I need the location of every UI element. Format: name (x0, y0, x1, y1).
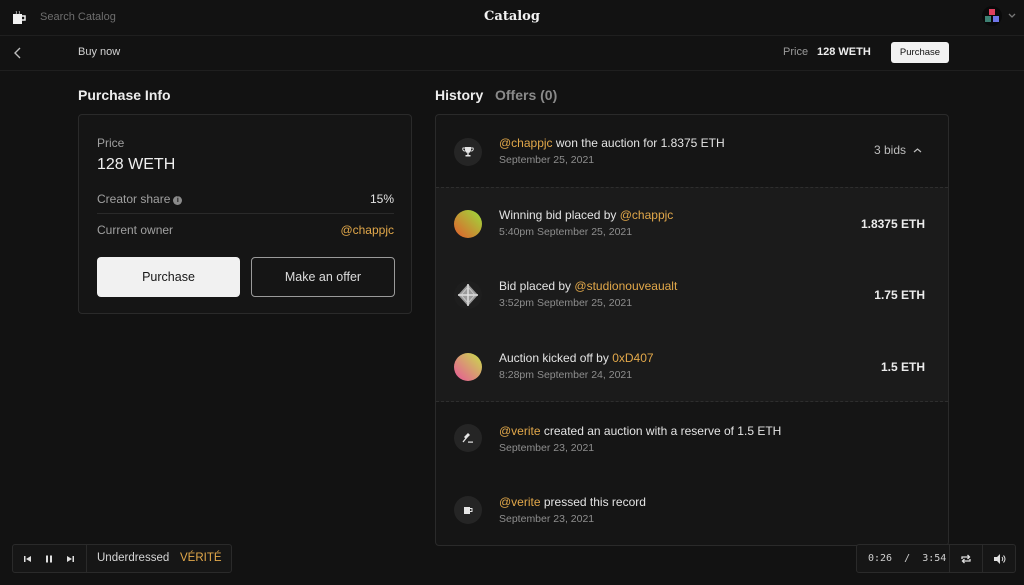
bid-item: Winning bid placed by @chappjc 5:40pm Se… (436, 188, 948, 260)
price-value: 128 WETH (97, 156, 176, 173)
current-owner-label: Current owner (97, 223, 174, 237)
skip-back-icon[interactable] (23, 554, 33, 564)
bids-toggle[interactable]: 3 bids (874, 143, 922, 157)
current-owner-row: Current owner @chappjc (97, 223, 394, 253)
bid-item: Bid placed by @studionouveaualt 3:52pm S… (436, 259, 948, 331)
header-purchase-button[interactable]: Purchase (891, 42, 949, 63)
coffee-cup-icon (454, 496, 482, 524)
divider (97, 213, 394, 214)
creator-share-label: Creator share (97, 192, 171, 206)
event-date: September 23, 2021 (499, 513, 595, 525)
auction-won-text: @chappjc won the auction for 1.8375 ETH (499, 136, 725, 150)
gavel-icon (454, 424, 482, 452)
creator-share-value: 15% (369, 192, 394, 206)
bid-time: 5:40pm September 25, 2021 (499, 226, 633, 238)
divider (949, 545, 950, 572)
profile-avatar-icon[interactable] (982, 6, 1002, 26)
player-status: 0:26 / 3:54 (856, 544, 1016, 573)
bid-amount: 1.75 ETH (874, 288, 925, 302)
playback-time: 0:26 / 3:54 (868, 553, 947, 564)
page-title: Buy now (78, 46, 121, 58)
purchase-button[interactable]: Purchase (97, 257, 240, 297)
volume-icon[interactable] (993, 553, 1006, 565)
bid-amount: 1.5 ETH (880, 360, 925, 374)
bid-text: Auction kicked off by 0xD407 (499, 351, 654, 365)
user-link[interactable]: @verite (499, 495, 541, 509)
event-date: September 23, 2021 (499, 442, 595, 454)
bid-time: 3:52pm September 25, 2021 (499, 297, 633, 309)
price-label: Price (97, 136, 125, 150)
tab-offers[interactable]: Offers (0) (495, 87, 557, 103)
gradient-avatar-icon[interactable] (454, 353, 482, 381)
user-link[interactable]: @studionouveaualt (574, 279, 677, 293)
trophy-icon (454, 138, 482, 166)
event-text: @verite pressed this record (499, 495, 646, 509)
event-item: @verite created an auction with a reserv… (436, 402, 948, 474)
pause-icon[interactable] (44, 554, 54, 564)
artist-link[interactable]: VÉRITÉ (180, 552, 222, 564)
current-owner-link[interactable]: @chappjc (340, 223, 394, 237)
tab-history[interactable]: History (435, 87, 483, 103)
event-item: @verite pressed this record September 23… (436, 474, 948, 545)
auction-won-item: @chappjc won the auction for 1.8375 ETH … (436, 115, 948, 187)
skip-forward-icon[interactable] (65, 554, 75, 564)
sub-bar: Buy now Price 128 WETH Purchase (0, 36, 1024, 71)
event-text: won the auction for 1.8375 ETH (552, 136, 725, 150)
event-text: @verite created an auction with a reserv… (499, 424, 782, 438)
gradient-avatar-icon[interactable] (454, 210, 482, 238)
purchase-info-card: Price 128 WETH Creator share i 15% Curren… (78, 114, 412, 314)
player-controls: Underdressed VÉRITÉ (12, 544, 232, 573)
purchase-info-title: Purchase Info (78, 87, 171, 103)
top-bar: Search Catalog Catalog (0, 0, 1024, 36)
chevron-up-icon (913, 147, 922, 152)
history-panel: @chappjc won the auction for 1.8375 ETH … (435, 114, 949, 546)
info-icon[interactable]: i (173, 196, 183, 205)
divider (86, 545, 87, 572)
brand-logo[interactable]: Catalog (0, 9, 1024, 24)
price-label: Price (783, 46, 809, 58)
user-link[interactable]: @verite (499, 424, 541, 438)
bid-time: 8:28pm September 24, 2021 (499, 369, 633, 381)
make-offer-button[interactable]: Make an offer (251, 257, 395, 297)
bid-text: Bid placed by @studionouveaualt (499, 279, 678, 293)
bid-item: Auction kicked off by 0xD407 8:28pm Sept… (436, 330, 948, 402)
repeat-icon[interactable] (960, 553, 972, 565)
divider (982, 545, 983, 572)
creator-share-row: Creator share i 15% (97, 192, 394, 222)
user-link[interactable]: 0xD407 (612, 351, 653, 365)
track-title[interactable]: Underdressed (97, 552, 169, 564)
chevron-down-icon[interactable] (1007, 12, 1017, 20)
price-value: 128 WETH (817, 46, 871, 58)
bids-list: Winning bid placed by @chappjc 5:40pm Se… (436, 187, 948, 402)
bids-count: 3 bids (873, 143, 906, 157)
user-link[interactable]: @chappjc (499, 136, 553, 150)
bid-text: Winning bid placed by @chappjc (499, 208, 674, 222)
user-link[interactable]: @chappjc (620, 208, 674, 222)
chevron-left-icon[interactable] (12, 46, 24, 60)
crystal-avatar-icon[interactable] (454, 281, 482, 309)
event-date: September 25, 2021 (499, 154, 595, 166)
bid-amount: 1.8375 ETH (860, 217, 925, 231)
